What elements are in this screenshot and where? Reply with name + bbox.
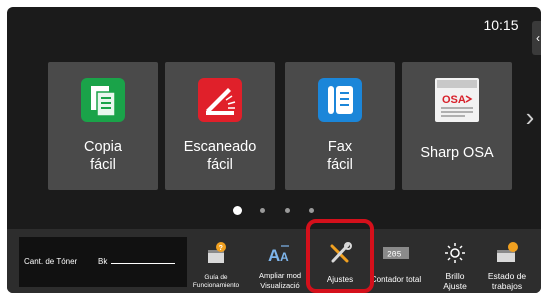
clock: 10:15	[483, 17, 519, 33]
tile-label: Copia fácil	[50, 138, 156, 174]
key-label: Guía de Funcionamiento	[191, 274, 241, 290]
operation-guide-key[interactable]: ? Guía de Funcionamiento	[191, 237, 241, 291]
next-page-arrow[interactable]: ›	[520, 102, 540, 132]
tile-label-line1: Copia	[84, 139, 122, 155]
key-label: Brillo Ajuste	[434, 271, 476, 291]
tile-label-line1: Escaneado	[183, 139, 257, 155]
chevron-left-icon: ‹	[536, 31, 540, 45]
svg-text:?: ?	[219, 245, 223, 252]
brightness-icon	[443, 241, 467, 270]
key-label-line2: Ajuste	[443, 281, 467, 291]
page-dot[interactable]	[285, 208, 290, 213]
job-status-key[interactable]: Estado de trabajos	[479, 237, 535, 291]
fax-icon	[318, 78, 362, 122]
key-label-line1: Brillo	[445, 271, 465, 281]
tile-label: Sharp OSA	[404, 144, 510, 162]
text-enlarge-icon: A A	[267, 241, 293, 270]
key-label: Ampliar mod Visualizació	[254, 271, 306, 291]
page-dot[interactable]	[260, 208, 265, 213]
home-screen: 10:15 ‹ › Copia fácil Escaneado fácil Fa…	[7, 7, 541, 293]
device-frame: 10:15 ‹ › Copia fácil Escaneado fácil Fa…	[0, 0, 548, 298]
toner-level-bar	[111, 263, 175, 264]
job-status-icon	[495, 241, 519, 270]
guide-book-icon: ?	[205, 241, 227, 270]
tile-label-line2: fácil	[90, 157, 116, 173]
tile-sharp-osa[interactable]: OSA Sharp OSA	[402, 62, 512, 190]
brightness-key[interactable]: Brillo Ajuste	[434, 237, 476, 291]
key-label-line1: Estado de	[487, 271, 527, 281]
key-label: Estado de trabajos	[479, 271, 535, 291]
counter-icon: 205	[383, 241, 409, 266]
key-label-line2: trabajos	[491, 281, 523, 291]
tile-easy-copy[interactable]: Copia fácil	[48, 62, 158, 190]
tile-easy-fax[interactable]: Fax fácil	[285, 62, 395, 190]
page-dot-active[interactable]	[233, 206, 242, 215]
toner-label: Cant. de Tóner	[24, 257, 78, 266]
svg-text:A: A	[280, 250, 289, 264]
toner-color-label: Bk	[98, 257, 108, 266]
key-label-line2: Visualizació	[260, 281, 300, 290]
page-indicator	[229, 206, 319, 216]
settings-key-highlight	[306, 219, 374, 293]
chevron-right-icon: ›	[525, 102, 535, 132]
tile-label-line2: fácil	[207, 157, 233, 173]
tile-label-line1: Sharp OSA	[420, 145, 494, 161]
copy-icon	[81, 78, 125, 122]
scan-icon	[198, 78, 242, 122]
tile-label: Escaneado fácil	[167, 138, 273, 174]
key-label-line2: Funcionamiento	[192, 282, 240, 289]
enlarge-display-key[interactable]: A A Ampliar mod Visualizació	[254, 237, 306, 291]
page-dot[interactable]	[309, 208, 314, 213]
tile-label-line1: Fax	[327, 139, 353, 155]
tile-label-line2: fácil	[327, 157, 353, 173]
svg-text:A: A	[268, 246, 280, 265]
key-label-line1: Guía de	[204, 274, 228, 281]
counter-icon-text: 205	[387, 251, 402, 260]
side-panel-tab[interactable]: ‹	[532, 21, 541, 55]
key-label-line1: Ampliar mod	[258, 271, 302, 280]
svg-text:OSA: OSA	[442, 94, 466, 106]
sharp-osa-icon: OSA	[435, 78, 479, 122]
tile-label: Fax fácil	[287, 138, 393, 174]
toner-gauge: Cant. de Tóner Bk	[19, 237, 187, 287]
tile-easy-scan[interactable]: Escaneado fácil	[165, 62, 275, 190]
